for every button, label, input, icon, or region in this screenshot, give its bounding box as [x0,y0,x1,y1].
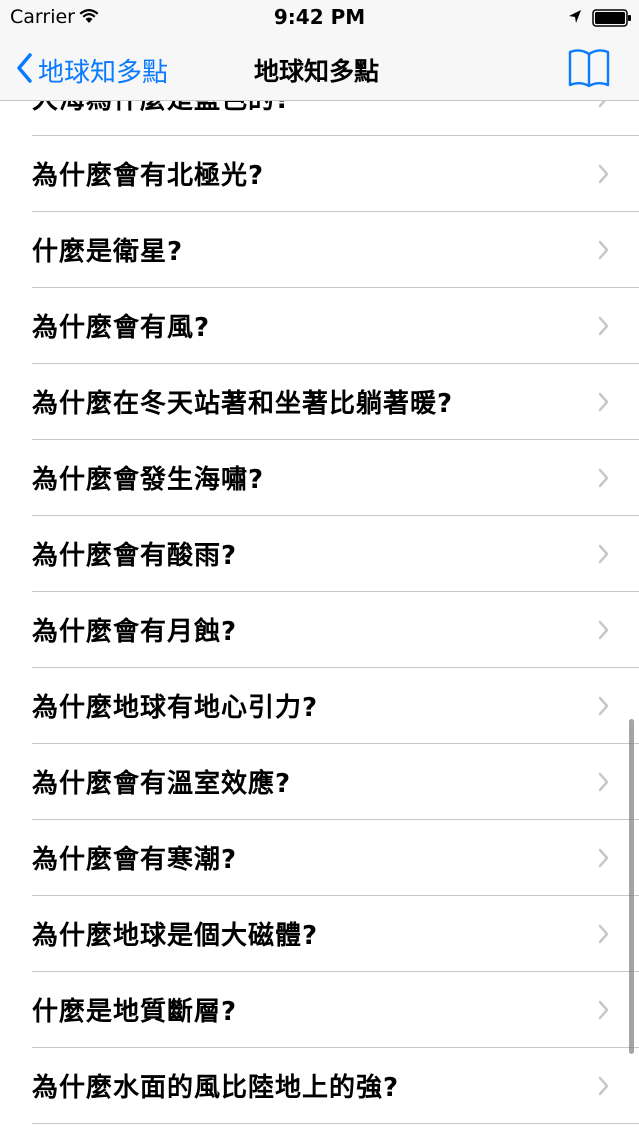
chevron-right-icon [598,1000,609,1024]
status-bar: Carrier 9:42 PM [0,0,639,40]
chevron-right-icon [598,1076,609,1100]
chevron-right-icon [598,164,609,188]
chevron-right-icon [598,544,609,568]
chevron-right-icon [598,392,609,416]
list-item[interactable]: 為什麼水面的風比陸地上的強? [32,1048,639,1124]
chevron-right-icon [598,316,609,340]
list-item[interactable]: 為什麼會有風? [32,288,639,364]
list-item-title: 為什麼地球有地心引力? [32,693,319,723]
chevron-right-icon [598,848,609,872]
page-title: 地球知多點 [254,57,380,86]
list-item[interactable]: 為什麼會發生海嘯? [32,440,639,516]
list-item-title: 為什麼地球是個大磁體? [32,921,319,951]
list-item-title: 為什麼會有寒潮? [32,845,238,875]
list-item[interactable]: 為什麼會有溫室效應? [32,744,639,820]
chevron-right-icon [598,620,609,644]
list-item[interactable]: 為什麼會有寒潮? [32,820,639,896]
list-item-title: 為什麼會有風? [32,313,211,343]
questions-list[interactable]: 大海為什麼是藍色的? 為什麼會有北極光? 什麼是衛星? 為什麼會有風? 為什麼在冬天站著… [0,99,639,1136]
chevron-right-icon [598,924,609,948]
chevron-right-icon [598,696,609,720]
back-button[interactable]: 地球知多點 [16,50,168,90]
list-item-title: 為什麼在冬天站著和坐著比躺著暖? [32,389,454,419]
status-time: 9:42 PM [273,5,366,29]
scroll-indicator[interactable] [629,719,634,1054]
list-item[interactable]: 為什麼在冬天站著和坐著比躺著暖? [32,364,639,440]
list-item[interactable]: 為什麼地球是個大磁體? [32,896,639,972]
location-arrow-icon [568,9,582,29]
battery-icon [592,9,632,31]
chevron-right-icon [598,772,609,796]
list-item-title: 為什麼會有溫室效應? [32,769,292,799]
chevron-right-icon [598,468,609,492]
list-item[interactable]: 大海為什麼是藍色的? [32,99,639,136]
chevron-left-icon [16,53,32,87]
list-item-title: 什麼是衛星? [32,237,184,267]
list-item-title: 為什麼會發生海嘯? [32,465,265,495]
list-item-title: 為什麼會有北極光? [32,161,265,191]
list-item-title: 為什麼會有月蝕? [32,617,238,647]
list-item[interactable]: 什麼是衛星? [32,212,639,288]
list-item-title: 什麼是地質斷層? [32,997,238,1027]
chevron-right-icon [598,240,609,264]
navigation-bar: 地球知多點 地球知多點 [0,40,639,101]
list-item-title: 為什麼會有酸雨? [32,541,238,571]
list-item[interactable]: 為什麼會有酸雨? [32,516,639,592]
list-item-title: 為什麼水面的風比陸地上的強? [32,1073,400,1103]
list-item[interactable]: 什麼是地質斷層? [32,972,639,1048]
back-button-label: 地球知多點 [38,57,169,88]
list-item[interactable]: 為什麼地球有地心引力? [32,668,639,744]
list-item-title: 大海為什麼是藍色的? [32,99,292,115]
list-item[interactable]: 為什麼會有北極光? [32,136,639,212]
book-icon[interactable] [566,45,612,91]
list-item[interactable]: 為什麼會有月蝕? [32,592,639,668]
